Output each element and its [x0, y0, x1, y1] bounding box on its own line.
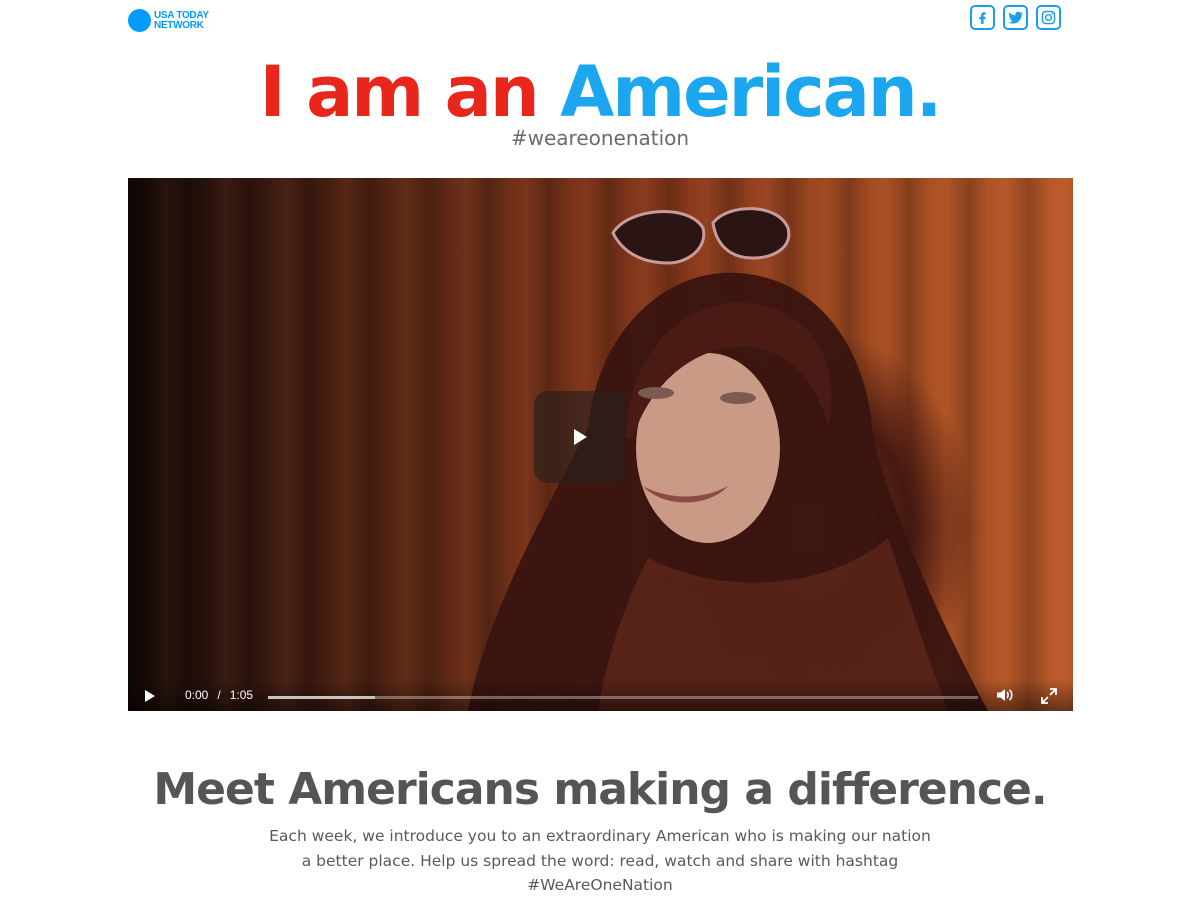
instagram-button[interactable] [1036, 5, 1061, 30]
duration: 1:05 [229, 688, 254, 702]
twitter-icon [1008, 11, 1024, 24]
facebook-icon [979, 12, 986, 24]
hero-title-part-2: American. [560, 51, 942, 133]
instagram-icon [1041, 10, 1056, 25]
time-display: 0:00 / 1:05 [185, 688, 253, 702]
hero-hashtag: #weareonenation [510, 126, 690, 150]
twitter-button[interactable] [1003, 5, 1028, 30]
top-bar: USA TODAY NETWORK [0, 0, 1200, 40]
big-play-button[interactable] [534, 391, 626, 483]
video-controls: 0:00 / 1:05 [128, 679, 1073, 711]
video-player[interactable]: 0:00 / 1:05 [128, 178, 1073, 711]
current-time: 0:00 [185, 688, 209, 702]
time-separator: / [217, 688, 221, 702]
volume-button[interactable] [996, 688, 1014, 705]
social-links [970, 5, 1061, 30]
control-play-button[interactable] [144, 689, 156, 706]
hero-title: I am an American. [0, 52, 1200, 132]
volume-icon [997, 689, 1013, 701]
play-icon [145, 690, 155, 702]
description-line-2: a better place. Help us spread the word:… [301, 851, 899, 870]
logo-line-2: NETWORK [154, 19, 204, 31]
logo-circle-icon [128, 9, 151, 32]
usa-today-network-logo[interactable]: USA TODAY NETWORK [128, 9, 209, 32]
section-title: Meet Americans making a difference. [153, 764, 1047, 815]
buffered-range [268, 696, 375, 699]
description-line-1: Each week, we introduce you to an extrao… [269, 827, 931, 845]
fullscreen-button[interactable] [1041, 688, 1057, 707]
fullscreen-icon [1041, 688, 1057, 704]
hero-title-part-1: I am an [259, 51, 540, 133]
description-hashtag: #WeAreOneNation [527, 876, 673, 894]
logo-wordmark: USA TODAY NETWORK [154, 9, 209, 31]
progress-bar[interactable] [268, 696, 978, 699]
section-description: Each week, we introduce you to an extrao… [260, 824, 940, 898]
play-icon [574, 429, 587, 445]
logo-line-1: USA TODAY [154, 9, 209, 21]
facebook-button[interactable] [970, 5, 995, 30]
